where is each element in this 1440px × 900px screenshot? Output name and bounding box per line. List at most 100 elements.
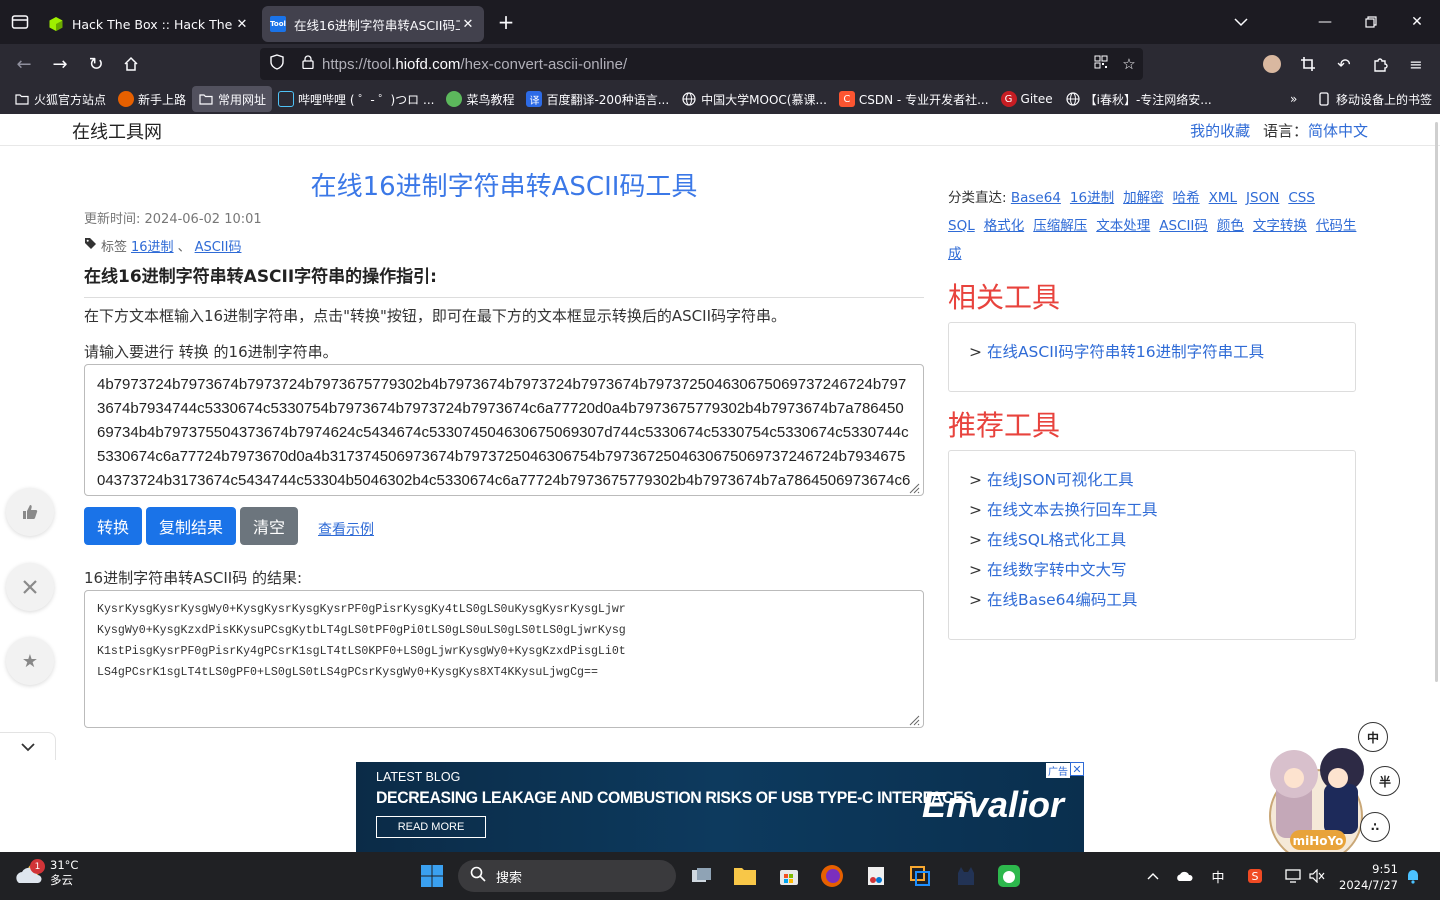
tab-hex-convert[interactable]: Tool 在线16进制字符串转ASCII码工具 ✕ [262,6,484,42]
minimize-button[interactable]: — [1302,0,1348,44]
category-link[interactable]: 16进制 [1070,190,1114,206]
bookmark-item[interactable]: 【i春秋】-专注网络安... [1059,86,1218,112]
tools-icon[interactable] [6,563,54,611]
system-clock[interactable]: 9:51 2024/7/27 [1336,861,1398,893]
ad-banner[interactable]: LATEST BLOG DECREASING LEAKAGE AND COMBU… [356,762,1084,852]
category-link[interactable]: 加解密 [1123,190,1164,206]
mascot-bubble-button[interactable]: 中 [1358,722,1388,752]
close-icon[interactable]: ✕ [234,17,250,32]
recommended-tool-link[interactable]: 在线文本去换行回车工具 [987,501,1158,519]
bookmark-item[interactable]: 中国大学MOOC(慕课... [675,86,833,112]
tag-link[interactable]: 16进制 [131,236,174,255]
category-link[interactable]: 压缩解压 [1033,218,1087,234]
list-item[interactable]: > 在线数字转中文大写 [969,555,1335,585]
tracking-shield-icon[interactable] [260,54,294,74]
category-link[interactable]: 颜色 [1217,218,1244,234]
recommended-tool-link[interactable]: 在线Base64编码工具 [987,591,1137,609]
weather-widget[interactable]: 1 31°C 多云 [14,858,78,888]
extensions-puzzle-icon[interactable] [1362,48,1398,80]
recommended-tool-link[interactable]: 在线数字转中文大写 [987,561,1127,579]
language-selector[interactable]: 简体中文 [1308,122,1368,140]
convert-button[interactable]: 转换 [84,507,142,545]
bookmark-item[interactable]: 译百度翻译-200种语言... [520,86,675,112]
ime-indicator[interactable]: 中 [1206,852,1230,900]
favorites-link[interactable]: 我的收藏 [1190,122,1250,140]
category-link[interactable]: 格式化 [984,218,1025,234]
category-link[interactable]: ASCII码 [1159,218,1208,234]
bookmarks-overflow-chevron-icon[interactable]: » [1284,86,1303,112]
tab-list-icon[interactable] [0,0,40,44]
bookmark-item[interactable]: 哔哩哔哩 ( ゜- ゜)つロ ... [272,86,440,112]
bookmark-item[interactable]: 菜鸟教程 [440,86,520,112]
task-view-icon[interactable] [686,860,718,892]
ad-close-icon[interactable]: ✕ [1070,762,1084,776]
resize-grip-icon[interactable] [908,482,920,494]
forward-arrow-icon[interactable]: → [42,48,78,80]
taskbar-search[interactable]: 搜索 [458,860,676,892]
resize-grip-icon[interactable] [908,714,920,726]
hex-input-textarea[interactable]: 4b7973724b7973674b7973724b7973675779302b… [84,364,924,496]
ascii-result-textarea[interactable]: KysrKysgKysrKysgWy0+KysgKysrKysgKysrPF0g… [84,590,924,728]
account-avatar-icon[interactable] [1254,48,1290,80]
list-item[interactable]: > 在线JSON可视化工具 [969,465,1335,495]
network-icon[interactable] [1282,852,1304,900]
bookmark-item[interactable]: G Gitee [995,86,1059,112]
windows-start-icon[interactable] [416,860,448,892]
close-icon[interactable]: ✕ [460,17,476,32]
new-tab-button[interactable]: + [488,4,524,40]
category-link[interactable]: 文本处理 [1096,218,1150,234]
undo-share-icon[interactable]: ↶ [1326,48,1362,80]
copy-result-button[interactable]: 复制结果 [146,507,236,545]
star-favorite-icon[interactable]: ★ [6,637,54,685]
category-link[interactable]: Base64 [1011,190,1061,206]
close-window-button[interactable]: ✕ [1394,0,1440,44]
qr-code-icon[interactable] [1087,55,1115,73]
mascot-widget[interactable]: miHoYo 中 半 ∴ [1250,718,1400,852]
clear-button[interactable]: 清空 [240,507,298,545]
restore-button[interactable] [1348,0,1394,44]
tab-overflow-chevron-icon[interactable] [1218,0,1264,44]
list-item[interactable]: > 在线ASCII码字符串转16进制字符串工具 [969,337,1335,367]
hamburger-menu-icon[interactable]: ≡ [1398,48,1434,80]
list-item[interactable]: > 在线Base64编码工具 [969,585,1335,615]
recommended-tool-link[interactable]: 在线SQL格式化工具 [987,531,1126,549]
reload-icon[interactable]: ↻ [78,48,114,80]
related-tool-link[interactable]: 在线ASCII码字符串转16进制字符串工具 [987,343,1264,361]
category-link[interactable]: CSS [1288,190,1315,206]
tag-link[interactable]: ASCII码 [195,236,242,255]
view-example-link[interactable]: 查看示例 [318,519,374,539]
bookmark-item[interactable]: C CSDN - 专业开发者社... [833,86,995,112]
volume-muted-icon[interactable] [1306,852,1328,900]
mobile-bookmarks[interactable]: 移动设备上的书签 [1310,86,1438,112]
onedrive-cloud-icon[interactable] [1172,852,1198,900]
mascot-bubble-button[interactable]: ∴ [1360,812,1390,842]
cat-app-icon[interactable] [950,860,982,892]
category-link[interactable]: XML [1209,190,1237,206]
back-arrow-icon[interactable]: ← [6,48,42,80]
lock-icon[interactable] [294,55,322,73]
tab-hackthebox[interactable]: Hack The Box :: Hack The Box ✕ [40,6,258,42]
home-icon[interactable] [113,48,149,80]
url-bar[interactable]: https://tool.hiofd.com/hex-convert-ascii… [260,48,1143,80]
ad-tag[interactable]: 广告 [1046,763,1070,778]
snipping-tool-icon[interactable] [860,860,892,892]
ms-store-icon[interactable] [773,860,805,892]
screenshot-crop-icon[interactable] [1290,48,1326,80]
list-item[interactable]: > 在线文本去换行回车工具 [969,495,1335,525]
green-app-icon[interactable] [993,860,1025,892]
sogou-ime-icon[interactable]: S [1242,852,1268,900]
page-scrollbar[interactable] [1435,122,1438,682]
tray-overflow-chevron-icon[interactable] [1142,852,1164,900]
category-link[interactable]: JSON [1246,190,1279,206]
remote-app-icon[interactable] [904,860,936,892]
bookmark-star-icon[interactable]: ☆ [1115,55,1143,73]
recommended-tool-link[interactable]: 在线JSON可视化工具 [987,471,1134,489]
site-name[interactable]: 在线工具网 [72,118,162,144]
category-link[interactable]: 哈希 [1173,190,1200,206]
bookmark-item[interactable]: 新手上路 [112,86,192,112]
bookmark-item[interactable]: 常用网址 [192,86,273,112]
category-link[interactable]: SQL [948,218,975,234]
ad-read-more-button[interactable]: READ MORE [376,816,486,838]
firefox-taskbar-icon[interactable] [816,860,848,892]
category-link[interactable]: 文字转换 [1253,218,1307,234]
